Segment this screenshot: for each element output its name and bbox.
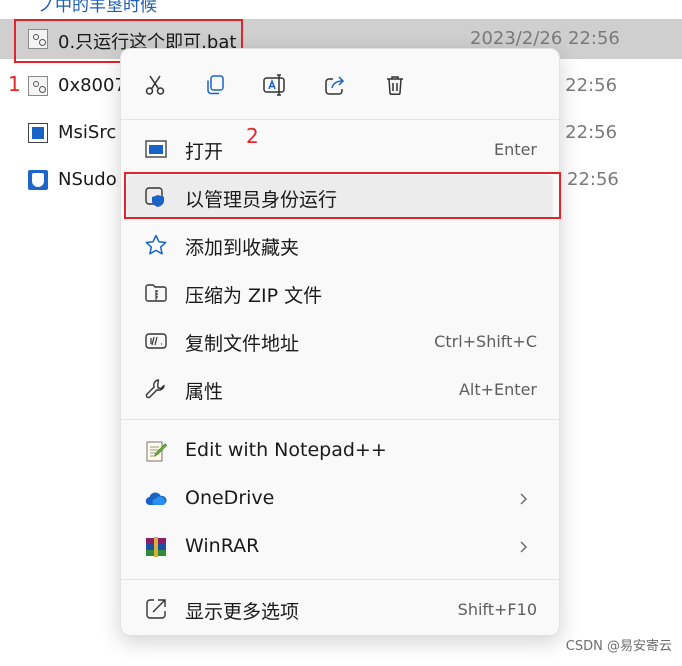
window-open-icon [145, 140, 167, 158]
menu-item-shortcut: Shift+F10 [457, 600, 537, 619]
menu-item-compress-zip[interactable]: 压缩为 ZIP 文件 [127, 271, 553, 315]
annotation-number-1: 1 [8, 72, 21, 96]
menu-item-onedrive[interactable]: OneDrive [127, 477, 553, 521]
share-icon [325, 76, 345, 95]
share-button[interactable] [317, 67, 353, 103]
menu-item-label: 显示更多选项 [185, 601, 300, 623]
annotation-number-2: 2 [246, 124, 259, 148]
file-date: 22:56 [567, 169, 619, 190]
menu-divider [121, 119, 559, 120]
menu-item-shortcut: Enter [494, 140, 537, 159]
chevron-right-icon [520, 541, 527, 553]
file-name: 0x8007 [58, 75, 126, 96]
rename-icon [263, 74, 285, 96]
delete-button[interactable] [377, 67, 413, 103]
menu-item-winrar[interactable]: WinRAR [127, 525, 553, 569]
file-name: NSudo [58, 169, 117, 190]
copy-path-icon [145, 333, 167, 349]
copy-icon [207, 75, 224, 95]
menu-item-open[interactable]: 打开 Enter [127, 127, 553, 171]
menu-item-label: OneDrive [185, 487, 275, 509]
nsudo-app-icon [28, 170, 48, 190]
quick-actions-bar [121, 49, 559, 119]
batch-file-icon [28, 76, 48, 96]
msi-file-icon [28, 123, 48, 143]
menu-item-label: 复制文件地址 [185, 333, 300, 355]
menu-divider [121, 419, 559, 420]
menu-item-label: 属性 [185, 381, 224, 403]
file-date: 2023/2/26 22:56 [470, 28, 620, 49]
winrar-books-icon [146, 537, 166, 557]
menu-item-shortcut: Ctrl+Shift+C [434, 332, 537, 351]
menu-item-label: WinRAR [185, 535, 260, 557]
chevron-right-icon [520, 493, 527, 505]
star-icon [145, 234, 167, 255]
file-name: MsiSrc [58, 122, 117, 143]
cut-button[interactable] [137, 67, 173, 103]
menu-item-label: 压缩为 ZIP 文件 [185, 285, 323, 307]
onedrive-cloud-icon [145, 492, 167, 506]
menu-divider [121, 579, 559, 580]
delete-icon [387, 76, 403, 96]
menu-item-edit-notepad-plus-plus[interactable]: Edit with Notepad++ [127, 429, 553, 473]
menu-item-show-more-options[interactable]: 显示更多选项 Shift+F10 [127, 587, 553, 631]
context-menu: 打开 Enter 以管理员身份运行 添加到收藏夹 压缩为 ZIP 文件 复制文件… [120, 48, 560, 636]
menu-item-copy-path[interactable]: 复制文件地址 Ctrl+Shift+C [127, 319, 553, 363]
scissors-icon [145, 75, 165, 95]
breadcrumb[interactable]: ノ中的羊垦时候 [38, 0, 157, 16]
open-external-icon [146, 599, 166, 619]
zip-folder-icon [145, 284, 167, 302]
rename-button[interactable] [257, 67, 293, 103]
menu-item-label: 打开 [185, 141, 224, 163]
menu-item-label: Edit with Notepad++ [185, 439, 387, 461]
wrench-icon [145, 379, 165, 399]
copy-button[interactable] [197, 67, 233, 103]
menu-item-add-to-favorites[interactable]: 添加到收藏夹 [127, 223, 553, 267]
watermark: CSDN @易安寄云 [565, 639, 672, 654]
menu-item-shortcut: Alt+Enter [458, 380, 537, 399]
annotation-box-step2 [124, 172, 561, 219]
menu-item-label: 添加到收藏夹 [185, 237, 300, 259]
notepad-plus-plus-icon [146, 441, 168, 462]
menu-item-properties[interactable]: 属性 Alt+Enter [127, 367, 553, 411]
